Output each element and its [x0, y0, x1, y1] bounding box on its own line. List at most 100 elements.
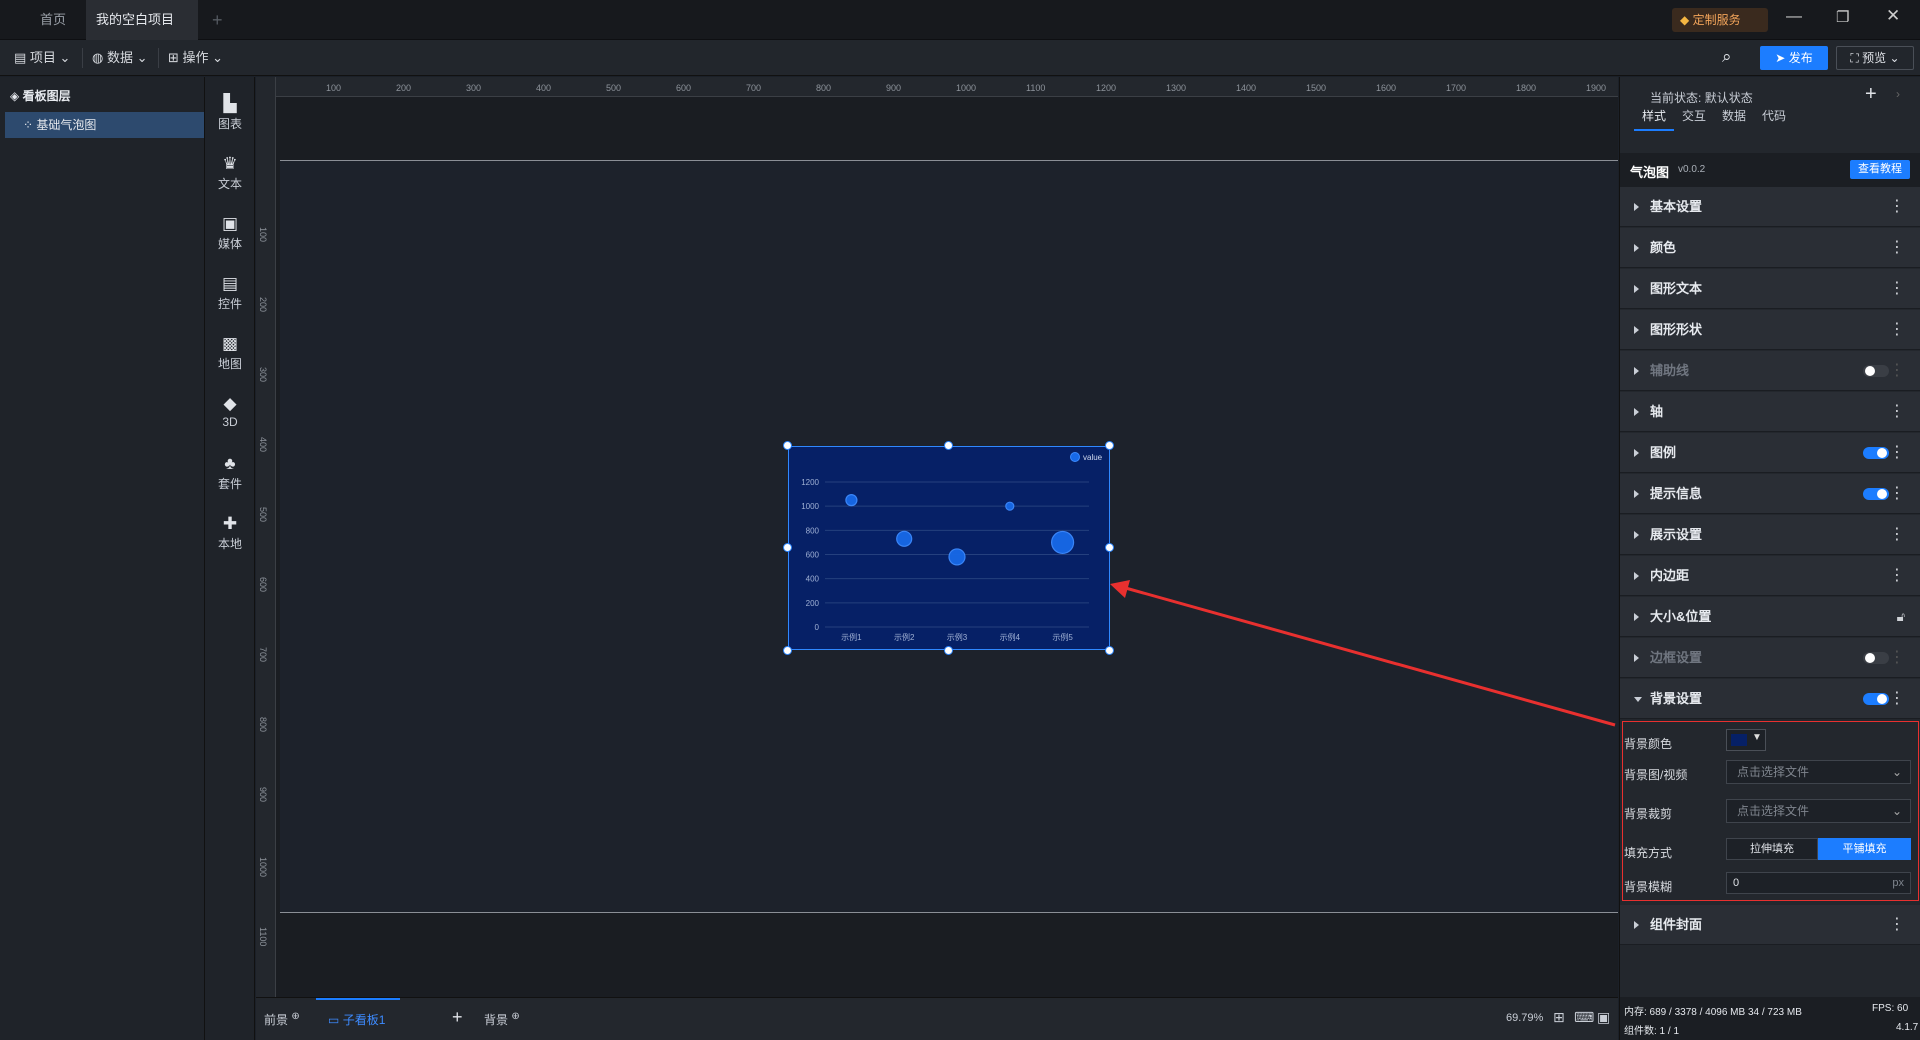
toolbox-local[interactable]: ✚ 本地 [205, 507, 255, 559]
toolbox-kit[interactable]: ♣ 套件 [205, 447, 255, 499]
bubble-point [845, 494, 858, 507]
kebab-icon[interactable]: ⋮ [1889, 485, 1905, 503]
kebab-icon[interactable]: ⋮ [1889, 362, 1905, 380]
tab-interact[interactable]: 交互 [1674, 101, 1714, 131]
resize-handle[interactable] [1105, 543, 1114, 552]
kebab-icon[interactable]: ⋮ [1889, 198, 1905, 216]
resize-handle[interactable] [944, 441, 953, 450]
caret-down-icon: ▼ [1752, 732, 1762, 743]
x-tick-label: 示例5 [1052, 632, 1073, 642]
kebab-icon[interactable]: ⋮ [1889, 690, 1905, 708]
tab-project[interactable]: 我的空白项目 [86, 0, 198, 65]
media-icon: ▣ [221, 214, 239, 233]
kebab-icon[interactable]: ⋮ [1889, 239, 1905, 257]
menu-project[interactable]: ▤ 项目 ⌄ [14, 40, 70, 76]
section-padding[interactable]: 内边距 ⋮ [1620, 556, 1920, 596]
toolbox-media-label: 媒体 [217, 237, 242, 251]
menu-data[interactable]: ◍ 数据 ⌄ [92, 40, 148, 76]
kebab-icon[interactable]: ⋮ [1889, 916, 1905, 934]
kebab-icon[interactable]: ⋮ [1889, 280, 1905, 298]
bg-crop-select[interactable]: 点击选择文件 ⌄ [1726, 799, 1911, 823]
keyboard-icon[interactable]: ⌨ [1574, 1009, 1594, 1026]
section-axis[interactable]: 轴 ⋮ [1620, 392, 1920, 432]
menu-operate[interactable]: ⊞ 操作 ⌄ [168, 40, 223, 76]
kebab-icon[interactable]: ⋮ [1889, 444, 1905, 462]
publish-button[interactable]: ➤ 发布 [1760, 46, 1828, 70]
resize-handle[interactable] [783, 646, 792, 655]
bubble-chart-widget[interactable]: 1200 1000 800 600 400 200 0 示例1 示例2 示例3 示例4 示例5 valu… [788, 446, 1110, 650]
toolbox-map-label: 地图 [217, 357, 242, 371]
section-guideline[interactable]: 辅助线 ⋮ [1620, 351, 1920, 391]
app-version: 4.1.7 [1896, 1022, 1919, 1033]
tab-subboard[interactable]: ▭ 子看板1 [316, 998, 400, 1040]
bg-image-select[interactable]: 点击选择文件 ⌄ [1726, 760, 1911, 784]
resize-handle[interactable] [783, 543, 792, 552]
add-board-icon[interactable]: + [452, 1007, 463, 1028]
preview-button[interactable]: ⛶ 预览 ⌄ [1836, 46, 1914, 70]
fill-stretch-button[interactable]: 拉伸填充 [1726, 838, 1818, 860]
layer-item[interactable]: ⁘ 基础气泡图 [5, 112, 204, 138]
bg-blur-input[interactable]: 0 px [1726, 872, 1911, 894]
toolbox-map[interactable]: ▩ 地图 [205, 327, 255, 379]
kebab-icon[interactable]: ⋮ [1889, 526, 1905, 544]
toolbox-media[interactable]: ▣ 媒体 [205, 207, 255, 259]
tooltip-toggle[interactable] [1863, 488, 1889, 500]
section-background[interactable]: 背景设置 ⋮ [1620, 679, 1920, 719]
chevron-right-icon[interactable]: › [1896, 87, 1900, 101]
toolbox-3d[interactable]: ◆ 3D [205, 387, 255, 439]
fit-screen-icon[interactable]: ⊞ [1553, 1009, 1565, 1026]
tab-home[interactable]: 首页 [20, 0, 86, 40]
section-cover[interactable]: 组件封面 ⋮ [1620, 905, 1920, 945]
section-tooltip[interactable]: 提示信息 ⋮ [1620, 474, 1920, 514]
kebab-icon[interactable]: ⋮ [1889, 403, 1905, 421]
tab-data[interactable]: 数据 [1714, 101, 1754, 131]
tab-style[interactable]: 样式 [1634, 101, 1674, 131]
kebab-icon[interactable]: ⋮ [1889, 567, 1905, 585]
close-icon[interactable]: ✕ [1886, 6, 1900, 26]
add-circle-icon[interactable]: ⊕ [511, 1011, 519, 1022]
custom-service-button[interactable]: ◆ 定制服务 [1672, 8, 1768, 32]
section-legend[interactable]: 图例 ⋮ [1620, 433, 1920, 473]
tab-background[interactable]: 背景 ⊕ [484, 1011, 520, 1028]
fill-stretch-label: 拉伸填充 [1750, 843, 1794, 855]
add-circle-icon[interactable]: ⊕ [291, 1011, 299, 1022]
bg-color-picker[interactable]: ▼ [1726, 729, 1766, 751]
section-display[interactable]: 展示设置 ⋮ [1620, 515, 1920, 555]
legend-toggle[interactable] [1863, 447, 1889, 459]
caret-right-icon [1634, 613, 1639, 621]
minimize-icon[interactable]: — [1786, 8, 1802, 26]
background-toggle[interactable] [1863, 693, 1889, 705]
section-basic[interactable]: 基本设置 ⋮ [1620, 187, 1920, 227]
restore-icon[interactable]: ❐ [1836, 8, 1849, 26]
toolbox-text[interactable]: ♛ 文本 [205, 147, 255, 199]
section-label: 辅助线 [1650, 363, 1690, 378]
resize-handle[interactable] [1105, 441, 1114, 450]
add-state-icon[interactable]: + [1865, 83, 1877, 106]
fill-tile-button[interactable]: 平铺填充 [1818, 838, 1911, 860]
section-shape[interactable]: 图形形状 ⋮ [1620, 310, 1920, 350]
resize-handle[interactable] [783, 441, 792, 450]
send-icon: ➤ [1775, 51, 1786, 65]
guideline-toggle[interactable] [1863, 365, 1889, 377]
toolbox-chart[interactable]: ▙ 图表 [205, 87, 255, 139]
terminal-icon[interactable]: ▣ [1597, 1009, 1610, 1026]
section-border[interactable]: 边框设置 ⋮ [1620, 638, 1920, 678]
section-shape-text[interactable]: 图形文本 ⋮ [1620, 269, 1920, 309]
resize-handle[interactable] [944, 646, 953, 655]
search-icon[interactable]: ⌕ [1722, 47, 1732, 67]
menu-divider [82, 48, 83, 68]
add-tab-icon[interactable]: + [212, 10, 223, 31]
tab-foreground[interactable]: 前景 ⊕ [264, 1011, 300, 1028]
kebab-icon[interactable]: ⋮ [1889, 649, 1905, 667]
toolbox-control[interactable]: ▤ 控件 [205, 267, 255, 319]
tutorial-button[interactable]: 查看教程 [1850, 160, 1910, 179]
tab-code[interactable]: 代码 [1754, 101, 1794, 131]
section-color[interactable]: 颜色 ⋮ [1620, 228, 1920, 268]
fullscreen-icon: ⛶ [1850, 51, 1859, 65]
border-toggle[interactable] [1863, 652, 1889, 664]
zoom-level[interactable]: 69.79% [1506, 1012, 1543, 1024]
lock-icon[interactable]: 🔓︎ [1897, 608, 1905, 626]
section-size-position[interactable]: 大小&位置 🔓︎ [1620, 597, 1920, 637]
kebab-icon[interactable]: ⋮ [1889, 321, 1905, 339]
caret-right-icon [1634, 285, 1639, 293]
